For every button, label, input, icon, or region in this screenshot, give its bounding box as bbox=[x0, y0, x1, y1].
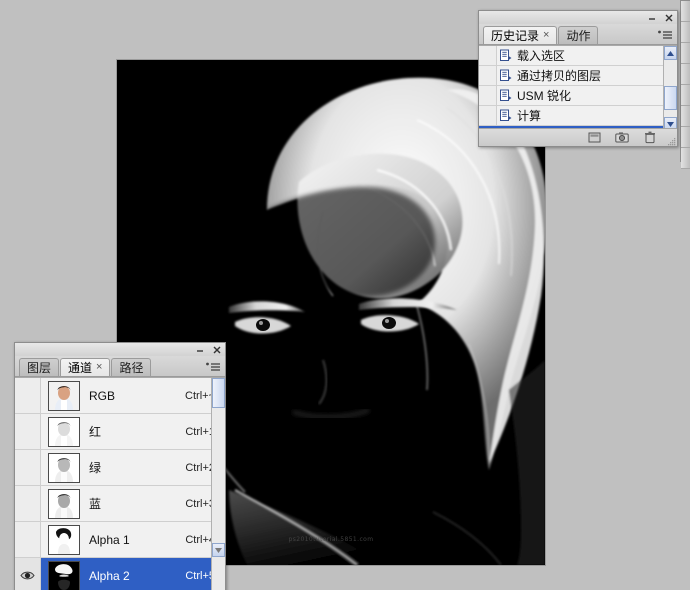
history-state-icon bbox=[497, 109, 514, 122]
history-row-label: USM 锐化 bbox=[517, 89, 572, 103]
minimize-icon[interactable] bbox=[195, 345, 205, 355]
history-panel-titlebar[interactable] bbox=[479, 11, 677, 24]
history-row[interactable]: 通过拷贝的图层 bbox=[479, 66, 677, 86]
create-snapshot-icon[interactable] bbox=[615, 131, 629, 145]
channel-row-alpha-2[interactable]: Alpha 2 Ctrl+5 bbox=[15, 558, 225, 590]
tab-history-close-icon[interactable]: × bbox=[543, 30, 549, 41]
channel-thumbnail bbox=[48, 488, 80, 519]
history-window-buttons bbox=[647, 11, 674, 24]
create-document-from-state-icon[interactable] bbox=[587, 131, 601, 145]
channels-scrollbar-thumb[interactable] bbox=[212, 378, 225, 408]
channel-row-blue[interactable]: 蓝 Ctrl+3 bbox=[15, 486, 225, 522]
eye-icon bbox=[20, 571, 35, 580]
history-resize-grip[interactable] bbox=[666, 135, 676, 146]
history-state-icon bbox=[497, 69, 514, 82]
channels-panel[interactable]: 图层 通道 × 路径 RGB Ctrl+~ 红 Ctrl+1 绿 Ctrl+2 … bbox=[14, 342, 226, 590]
tab-history[interactable]: 历史记录 × bbox=[483, 26, 558, 44]
history-current-marker bbox=[479, 106, 497, 125]
channels-window-buttons bbox=[195, 343, 222, 356]
channel-name: 蓝 bbox=[89, 497, 102, 511]
history-state-list[interactable]: 载入选区 通过拷贝的图层 USM 锐化 计算 bbox=[479, 45, 677, 131]
channel-thumbnail bbox=[48, 560, 80, 590]
channels-scrollbar[interactable] bbox=[211, 378, 225, 590]
channel-thumbnail bbox=[48, 416, 80, 447]
edge-strip-cell[interactable] bbox=[681, 22, 690, 43]
history-panel-tabs[interactable]: 历史记录 × 动作 bbox=[479, 24, 677, 45]
channel-row-green[interactable]: 绿 Ctrl+2 bbox=[15, 450, 225, 486]
tab-channels[interactable]: 通道 × bbox=[60, 358, 111, 376]
tab-channels-close-icon[interactable]: × bbox=[96, 362, 102, 373]
tab-paths-label: 路径 bbox=[119, 360, 144, 375]
tab-channels-label: 通道 bbox=[68, 360, 93, 375]
photoshop-workspace: ps2010tutorial.5851.com 历史记录 × 动作 载入选区 通… bbox=[0, 0, 690, 590]
channel-row-alpha-1[interactable]: Alpha 1 Ctrl+4 bbox=[15, 522, 225, 558]
channel-thumbnail bbox=[48, 380, 80, 411]
edge-strip-cell[interactable] bbox=[681, 148, 690, 169]
channels-panel-titlebar[interactable] bbox=[15, 343, 225, 356]
tab-layers[interactable]: 图层 bbox=[19, 358, 60, 376]
tab-actions[interactable]: 动作 bbox=[558, 26, 599, 44]
history-current-marker bbox=[479, 46, 497, 65]
tab-paths[interactable]: 路径 bbox=[111, 358, 152, 376]
history-scrollbar-thumb[interactable] bbox=[664, 86, 677, 110]
history-row-label: 计算 bbox=[517, 109, 542, 123]
channel-name: 红 bbox=[89, 425, 102, 439]
channel-visibility-toggle[interactable] bbox=[15, 522, 41, 557]
channel-thumbnail bbox=[48, 452, 80, 483]
channel-visibility-toggle[interactable] bbox=[15, 414, 41, 449]
history-row[interactable]: 计算 bbox=[479, 106, 677, 126]
channel-row-rgb[interactable]: RGB Ctrl+~ bbox=[15, 378, 225, 414]
history-row[interactable]: USM 锐化 bbox=[479, 86, 677, 106]
scroll-up-arrow-icon[interactable] bbox=[664, 46, 677, 60]
history-row[interactable]: 载入选区 bbox=[479, 46, 677, 66]
close-icon[interactable] bbox=[664, 13, 674, 23]
history-row-label: 载入选区 bbox=[517, 49, 566, 63]
channel-name: Alpha 1 bbox=[89, 532, 130, 547]
history-state-icon bbox=[497, 89, 514, 102]
delete-state-icon[interactable] bbox=[643, 131, 657, 145]
edge-docked-panel-strip[interactable] bbox=[680, 0, 690, 169]
minimize-icon[interactable] bbox=[647, 13, 657, 23]
history-scrollbar[interactable] bbox=[663, 46, 677, 131]
edge-strip-cell[interactable] bbox=[681, 43, 690, 64]
history-current-marker bbox=[479, 66, 497, 85]
channel-row-red[interactable]: 红 Ctrl+1 bbox=[15, 414, 225, 450]
image-watermark: ps2010tutorial.5851.com bbox=[288, 536, 374, 543]
channels-panel-tabs[interactable]: 图层 通道 × 路径 bbox=[15, 356, 225, 377]
close-icon[interactable] bbox=[212, 345, 222, 355]
history-state-icon bbox=[497, 49, 514, 62]
history-current-marker bbox=[479, 86, 497, 105]
channel-visibility-toggle[interactable] bbox=[15, 450, 41, 485]
channels-list[interactable]: RGB Ctrl+~ 红 Ctrl+1 绿 Ctrl+2 蓝 Ctrl+3 Al… bbox=[15, 377, 225, 590]
history-panel-menu-icon[interactable] bbox=[657, 29, 673, 41]
tab-history-label: 历史记录 bbox=[491, 28, 540, 43]
channel-name: Alpha 2 bbox=[89, 568, 130, 583]
edge-strip-cell[interactable] bbox=[681, 127, 690, 148]
tab-layers-label: 图层 bbox=[27, 360, 52, 375]
channel-name: 绿 bbox=[89, 461, 102, 475]
scroll-down-arrow-icon[interactable] bbox=[212, 543, 225, 557]
tab-actions-label: 动作 bbox=[566, 28, 591, 43]
history-panel[interactable]: 历史记录 × 动作 载入选区 通过拷贝的图层 USM 锐化 计算 bbox=[478, 10, 678, 147]
edge-strip-cell[interactable] bbox=[681, 1, 690, 22]
edge-strip-cell[interactable] bbox=[681, 106, 690, 127]
channel-visibility-toggle[interactable] bbox=[15, 378, 41, 413]
edge-strip-cell[interactable] bbox=[681, 85, 690, 106]
edge-strip-cell[interactable] bbox=[681, 64, 690, 85]
channel-visibility-toggle[interactable] bbox=[15, 486, 41, 521]
channel-visibility-toggle[interactable] bbox=[15, 558, 41, 590]
channel-thumbnail bbox=[48, 524, 80, 555]
history-row-label: 通过拷贝的图层 bbox=[517, 69, 602, 83]
history-panel-footer[interactable] bbox=[479, 128, 677, 146]
channel-name: RGB bbox=[89, 388, 116, 403]
channels-panel-menu-icon[interactable] bbox=[205, 361, 221, 373]
